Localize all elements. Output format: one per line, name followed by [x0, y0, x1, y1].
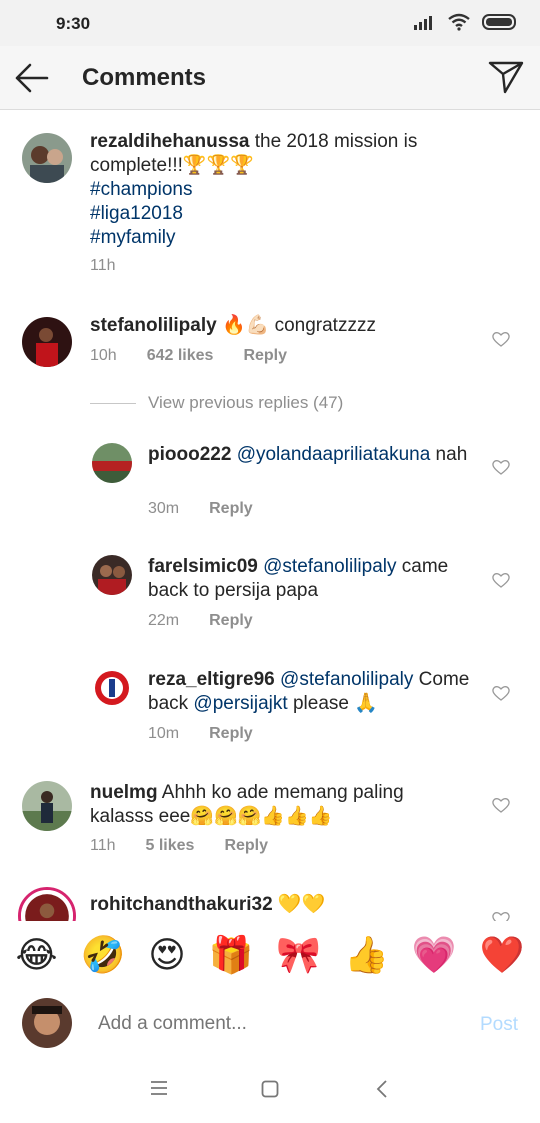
- reply-button[interactable]: Reply: [224, 837, 268, 855]
- add-comment-bar: Post: [0, 994, 540, 1056]
- status-bar: 9:30: [0, 0, 540, 46]
- status-icons: [414, 13, 518, 31]
- hashtag-link[interactable]: #champions: [90, 178, 510, 202]
- reply-meta: 10m Reply: [148, 725, 253, 743]
- avatar[interactable]: [22, 317, 72, 367]
- avatar[interactable]: [92, 555, 132, 595]
- system-nav-bar: [0, 1058, 540, 1123]
- back-nav-icon[interactable]: [375, 1080, 389, 1098]
- comments-header: Comments: [0, 46, 540, 110]
- timestamp: 11h: [90, 837, 116, 854]
- avatar[interactable]: [92, 443, 132, 483]
- reply-button[interactable]: Reply: [243, 347, 287, 365]
- emoji-button[interactable]: 😂: [15, 936, 57, 976]
- view-previous-replies[interactable]: View previous replies (47): [90, 393, 343, 413]
- reply-body: nah: [430, 444, 468, 465]
- emoji-button[interactable]: 🎀: [276, 936, 321, 976]
- timestamp: 22m: [148, 612, 180, 629]
- heart-icon[interactable]: [492, 331, 510, 347]
- comment-body: 🔥💪🏻 congratzzzz: [216, 315, 376, 336]
- comment-text: nuelmg Ahhh ko ade memang paling kalasss…: [90, 781, 430, 829]
- comment-username[interactable]: rohitchandthakuri32: [90, 894, 273, 915]
- reply-body: please 🙏: [287, 693, 378, 714]
- avatar[interactable]: [22, 781, 72, 831]
- view-previous-label: View previous replies (47): [148, 393, 344, 412]
- hashtag-link[interactable]: #liga12018: [90, 202, 510, 226]
- caption-text: rezaldihehanussa the 2018 mission is com…: [90, 130, 510, 250]
- status-time: 9:30: [56, 14, 91, 33]
- back-button[interactable]: [14, 62, 50, 94]
- timestamp: 30m: [148, 500, 180, 517]
- mention-link[interactable]: @stefanolilipaly: [280, 669, 413, 690]
- timestamp: 10h: [90, 347, 117, 364]
- avatar[interactable]: [22, 133, 72, 183]
- emoji-button[interactable]: 🤣: [80, 936, 125, 976]
- comment-username[interactable]: stefanolilipaly: [90, 315, 217, 336]
- mention-link[interactable]: @persijajkt: [193, 693, 287, 714]
- likes-count[interactable]: 5 likes: [146, 837, 195, 855]
- page-title: Comments: [82, 64, 207, 91]
- caption-meta: 11h: [90, 257, 116, 275]
- emoji-button[interactable]: 👍: [344, 936, 389, 976]
- reply-text: reza_eltigre96 @stefanolilipaly Come bac…: [148, 668, 478, 716]
- heart-icon[interactable]: [492, 459, 510, 475]
- emoji-quick-bar: 😂 🤣 😍 🎁 🎀 👍 💗 ❤️: [0, 921, 540, 991]
- battery-icon: [482, 14, 516, 30]
- post-button[interactable]: Post: [480, 1014, 518, 1036]
- hashtag-link[interactable]: #myfamily: [90, 226, 510, 250]
- home-icon[interactable]: [261, 1080, 279, 1098]
- current-user-avatar: [22, 998, 72, 1048]
- avatar[interactable]: [92, 668, 132, 708]
- reply-text: piooo222 @yolandaapriliatakuna nah: [148, 443, 478, 467]
- comment-username[interactable]: nuelmg: [90, 782, 158, 803]
- menu-icon[interactable]: [150, 1080, 168, 1096]
- emoji-button[interactable]: 🎁: [209, 936, 254, 976]
- signal-icon: [414, 16, 432, 30]
- avatar-story-ring[interactable]: [18, 887, 76, 921]
- reply-meta: 30m Reply: [148, 500, 253, 518]
- timestamp: 10m: [148, 725, 180, 742]
- divider: [90, 402, 136, 404]
- likes-count[interactable]: 642 likes: [147, 347, 214, 365]
- comment-body: 💛💛: [272, 894, 326, 915]
- reply-username[interactable]: farelsimic09: [148, 556, 258, 577]
- heart-icon[interactable]: [492, 797, 510, 813]
- comment-text: stefanolilipaly 🔥💪🏻 congratzzzz: [90, 314, 490, 338]
- timestamp: 11h: [90, 257, 116, 274]
- caption-username[interactable]: rezaldihehanussa: [90, 131, 249, 152]
- comment-meta: 10h 642 likes Reply: [90, 347, 287, 365]
- reply-button[interactable]: Reply: [209, 500, 253, 518]
- heart-icon[interactable]: [492, 572, 510, 588]
- reply-button[interactable]: Reply: [209, 725, 253, 743]
- reply-username[interactable]: reza_eltigre96: [148, 669, 275, 690]
- mention-link[interactable]: @yolandaapriliatakuna: [237, 444, 431, 465]
- comment-meta: 11h 5 likes Reply: [90, 837, 268, 855]
- reply-username[interactable]: piooo222: [148, 444, 231, 465]
- reply-button[interactable]: Reply: [209, 612, 253, 630]
- reply-meta: 22m Reply: [148, 612, 253, 630]
- arrow-left-icon: [15, 63, 49, 93]
- heart-icon[interactable]: [492, 911, 510, 921]
- heart-icon[interactable]: [492, 685, 510, 701]
- comments-list[interactable]: rezaldihehanussa the 2018 mission is com…: [0, 111, 540, 921]
- emoji-button[interactable]: ❤️: [480, 936, 525, 976]
- emoji-button[interactable]: 😍: [148, 936, 186, 976]
- send-icon: [488, 61, 524, 94]
- comment-text: rohitchandthakuri32 💛💛: [90, 893, 430, 917]
- wifi-icon: [448, 13, 470, 31]
- send-button[interactable]: [488, 60, 524, 94]
- comment-input[interactable]: [98, 1013, 428, 1035]
- reply-text: farelsimic09 @stefanolilipaly came back …: [148, 555, 478, 603]
- mention-link[interactable]: @stefanolilipaly: [263, 556, 396, 577]
- emoji-button[interactable]: 💗: [412, 936, 457, 976]
